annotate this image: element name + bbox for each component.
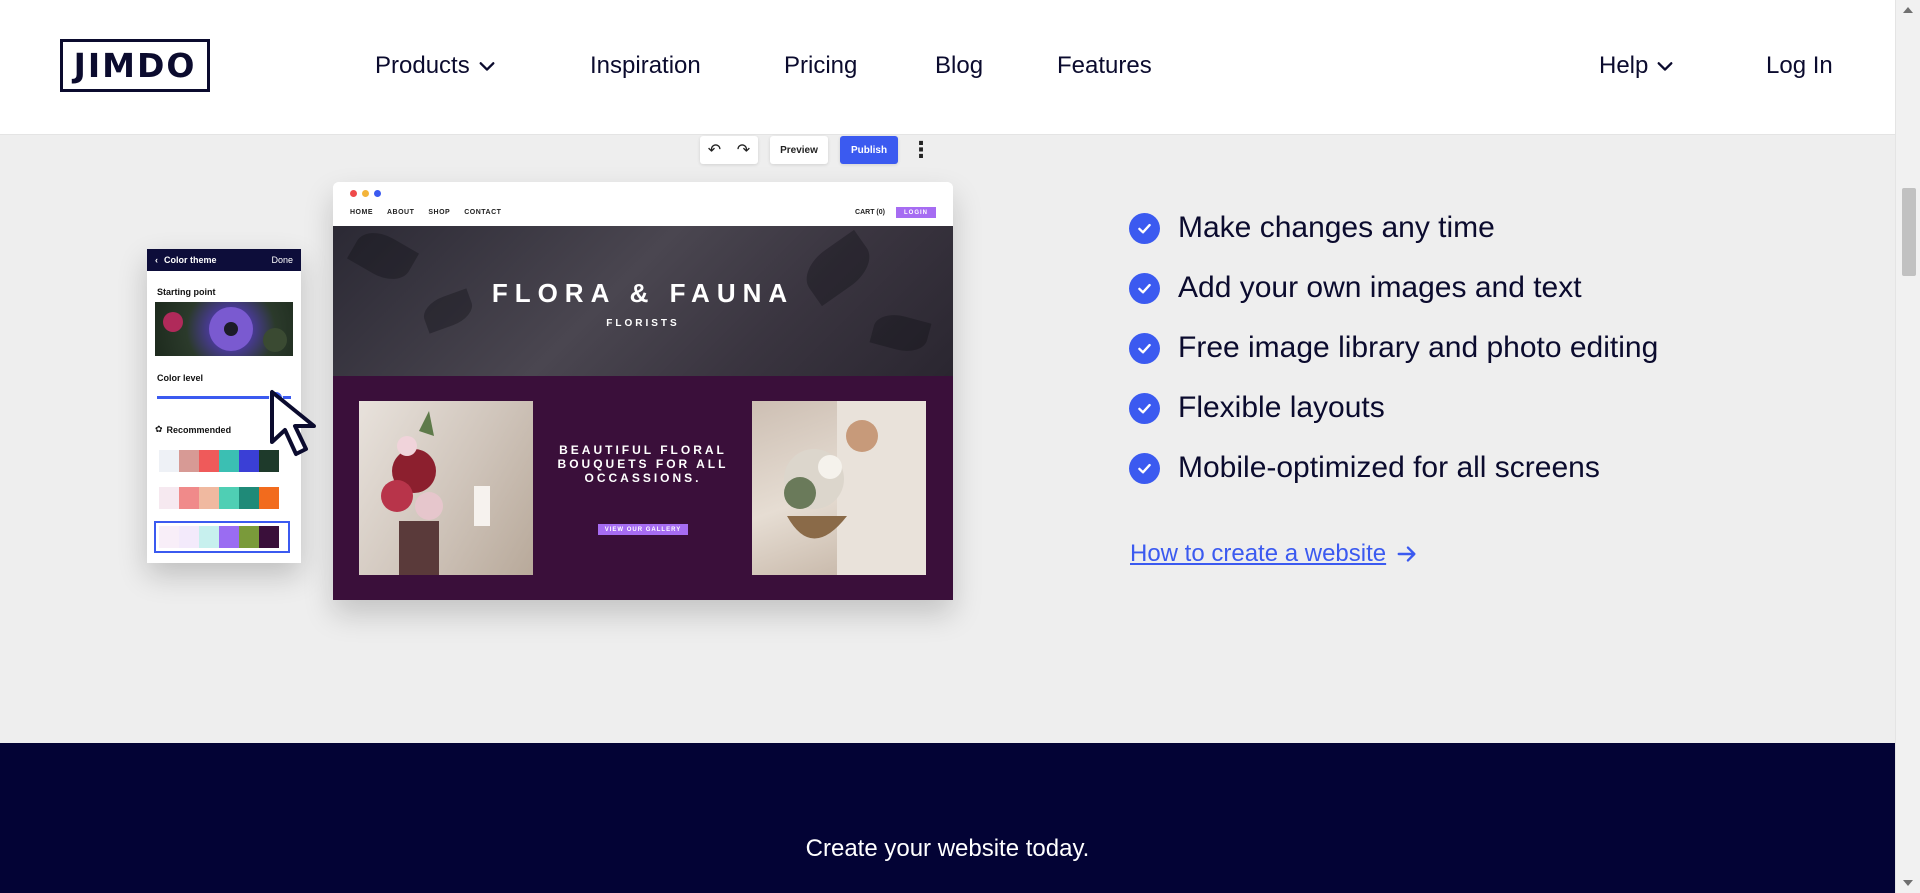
jimdo-logo[interactable]: JIMDO (60, 39, 210, 92)
preview-button[interactable]: Preview (770, 136, 828, 164)
scrollbar-thumb[interactable] (1902, 188, 1916, 276)
nav-blog-label: Blog (935, 52, 984, 79)
undo-redo-group: ↶ ↷ (700, 136, 758, 164)
nav-pricing-label: Pricing (784, 52, 858, 79)
more-vertical-icon[interactable]: ⋮ (910, 139, 932, 161)
bouquet-photo-right (752, 401, 926, 575)
flower-illustration (381, 411, 490, 575)
scroll-down-arrow-icon[interactable] (1903, 880, 1913, 886)
nav-help[interactable]: Help (1599, 52, 1674, 80)
check-circle-icon (1129, 452, 1160, 484)
site-header: JIMDO Products Inspiration Pricing Blog … (0, 0, 1895, 134)
feature-item: Add your own images and text (1129, 258, 1658, 318)
palette-option-2[interactable] (159, 487, 279, 509)
preview-login-button: LOGIN (896, 207, 936, 218)
recommended-label: Recommended (166, 424, 232, 435)
nav-features-label: Features (1057, 52, 1152, 79)
editor-toolbar: ↶ ↷ Preview Publish ⋮ (700, 136, 932, 164)
selected-palette-outline (154, 521, 290, 553)
leaf-shadow (869, 309, 932, 357)
feature-text: Make changes any time (1178, 211, 1495, 244)
bouquet-photo-left (359, 401, 533, 575)
preview-site-title: FLORA & FAUNA (491, 278, 795, 308)
check-circle-icon (1129, 332, 1160, 364)
preview-hero: FLORA & FAUNA FLORISTS (333, 223, 953, 376)
preview-nav-about: ABOUT (387, 209, 415, 216)
palette-icon: ✿ (155, 424, 163, 434)
cta-band-text: Create your website today. (805, 835, 1090, 862)
nav-features[interactable]: Features (1057, 52, 1152, 80)
arrow-right-icon (1397, 546, 1416, 562)
starting-point-label: Starting point (157, 287, 216, 297)
redo-icon[interactable]: ↷ (737, 140, 750, 160)
preview-gallery-button: VIEW OUR GALLERY (598, 524, 688, 535)
how-to-create-website-link[interactable]: How to create a website (1130, 540, 1418, 568)
color-theme-title: Color theme (164, 255, 217, 265)
nav-login-label: Log In (1766, 52, 1833, 79)
preview-nav-shop: SHOP (428, 209, 451, 216)
feature-item: Flexible layouts (1129, 378, 1658, 438)
recommended-heading: ✿ Recommended (155, 424, 231, 435)
publish-button[interactable]: Publish (840, 136, 898, 164)
nav-products-label: Products (375, 52, 470, 79)
back-chevron-icon[interactable]: ‹ (155, 255, 158, 265)
preview-nav-contact: CONTACT (464, 209, 502, 216)
mouse-pointer-icon (270, 390, 316, 456)
feature-item: Free image library and photo editing (1129, 318, 1658, 378)
anemone-illustration (163, 307, 287, 352)
preview-cart: CART (0) (855, 209, 885, 216)
preview-content-section: BEAUTIFUL FLORAL BOUQUETS FOR ALL OCCASS… (333, 376, 953, 600)
website-preview: HOME ABOUT SHOP CONTACT CART (0) LOGIN F… (333, 182, 953, 600)
browser-chrome: HOME ABOUT SHOP CONTACT CART (0) LOGIN (333, 182, 953, 226)
cta-band: Create your website today. (0, 743, 1895, 893)
preview-nav-home: HOME (350, 209, 373, 216)
starting-point-image[interactable] (155, 302, 293, 356)
window-close-dot (350, 190, 357, 197)
preview-tagline: BEAUTIFUL FLORAL BOUQUETS FOR ALL OCCASS… (557, 443, 729, 485)
feature-text: Add your own images and text (1178, 271, 1582, 304)
flower-basket-illustration (784, 401, 926, 575)
chevron-down-icon (479, 62, 495, 71)
color-theme-header: ‹ Color theme Done (147, 249, 301, 271)
feature-text: Mobile-optimized for all screens (1178, 451, 1600, 484)
nav-inspiration-label: Inspiration (590, 52, 701, 79)
check-circle-icon (1129, 212, 1160, 244)
preview-site-nav: HOME ABOUT SHOP CONTACT (350, 209, 501, 216)
chevron-down-icon (1657, 62, 1673, 71)
window-minimize-dot (362, 190, 369, 197)
check-circle-icon (1129, 392, 1160, 424)
feature-list: Make changes any time Add your own image… (1129, 198, 1658, 498)
nav-pricing[interactable]: Pricing (784, 52, 857, 80)
nav-help-label: Help (1599, 52, 1649, 79)
scroll-up-arrow-icon[interactable] (1903, 7, 1913, 13)
color-level-label: Color level (157, 373, 204, 383)
feature-text: Flexible layouts (1178, 391, 1385, 424)
palette-option-1[interactable] (159, 450, 279, 472)
feature-text: Free image library and photo editing (1178, 331, 1659, 364)
how-to-create-website-label: How to create a website (1130, 540, 1387, 567)
nav-login[interactable]: Log In (1766, 52, 1833, 80)
page-scrollbar[interactable] (1895, 0, 1920, 893)
nav-blog[interactable]: Blog (935, 52, 983, 80)
preview-site-subtitle: FLORISTS (606, 318, 680, 329)
undo-icon[interactable]: ↶ (708, 140, 721, 160)
nav-inspiration[interactable]: Inspiration (590, 52, 701, 80)
feature-item: Make changes any time (1129, 198, 1658, 258)
nav-products[interactable]: Products (375, 52, 496, 80)
check-circle-icon (1129, 272, 1160, 304)
window-maximize-dot (374, 190, 381, 197)
done-button[interactable]: Done (271, 255, 293, 265)
feature-item: Mobile-optimized for all screens (1129, 438, 1658, 498)
